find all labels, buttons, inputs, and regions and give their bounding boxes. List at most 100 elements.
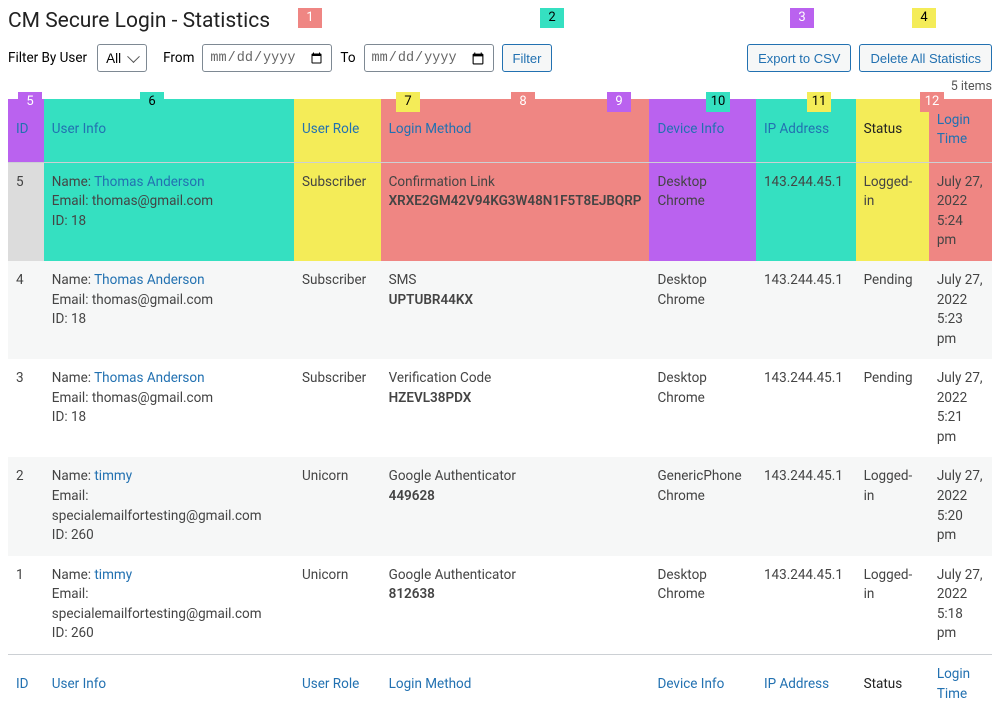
table-row: 3Name: Thomas AndersonEmail: thomas@gmai…	[8, 359, 992, 457]
table-row: 4Name: Thomas AndersonEmail: thomas@gmai…	[8, 261, 992, 359]
user-email: Email: thomas@gmail.com	[52, 390, 213, 406]
col-time-footer[interactable]: Login Time	[929, 654, 992, 708]
login-method-code: XRXE2GM42V94KG3W48N1F5T8EJBQRP	[389, 193, 642, 209]
cell-time: July 27, 2022 5:21 pm	[929, 359, 992, 457]
col-ip-header[interactable]: IP Address	[756, 99, 856, 163]
user-name-prefix: Name:	[52, 567, 95, 583]
export-csv-button[interactable]: Export to CSV	[747, 44, 851, 72]
col-user-header[interactable]: User Info	[44, 99, 294, 163]
from-label: From	[163, 49, 194, 69]
cell-ip: 143.244.45.1	[756, 359, 856, 457]
callout-9: 9	[607, 92, 631, 112]
cell-role: Subscriber	[294, 359, 381, 457]
cell-status: Pending	[856, 261, 929, 359]
login-method-label: SMS	[389, 272, 417, 288]
user-name-link[interactable]: Thomas Anderson	[94, 272, 204, 288]
cell-device: GenericPhone Chrome	[649, 457, 755, 555]
col-device-footer[interactable]: Device Info	[649, 654, 755, 708]
user-id: ID: 260	[52, 625, 94, 641]
page-title: CM Secure Login - Statistics	[8, 6, 992, 36]
stats-table: ID User Info User Role Login Method Devi…	[8, 99, 992, 708]
cell-status: Logged-in	[856, 162, 929, 261]
user-name-link[interactable]: timmy	[94, 468, 132, 484]
cell-status: Pending	[856, 359, 929, 457]
col-login-footer[interactable]: Login Method	[381, 654, 650, 708]
filter-button[interactable]: Filter	[502, 44, 553, 72]
callout-1: 1	[298, 8, 322, 28]
cell-user: Name: Thomas AndersonEmail: thomas@gmail…	[44, 261, 294, 359]
login-date: July 27, 2022	[937, 468, 983, 504]
login-method-code: UPTUBR44KX	[389, 292, 473, 308]
filter-bar: Filter By User All From To Filter Export…	[8, 44, 992, 72]
callout-3: 3	[790, 8, 814, 28]
callout-10: 10	[706, 92, 730, 112]
col-ip-footer[interactable]: IP Address	[756, 654, 856, 708]
col-role-header[interactable]: User Role	[294, 99, 381, 163]
cell-time: July 27, 2022 5:20 pm	[929, 457, 992, 555]
cell-role: Subscriber	[294, 261, 381, 359]
from-date-input[interactable]	[202, 44, 332, 72]
login-clock: 5:20 pm	[937, 508, 963, 544]
login-method-label: Google Authenticator	[389, 468, 516, 484]
user-email: Email: specialemailfortesting@gmail.com	[52, 586, 262, 622]
user-id: ID: 18	[52, 213, 86, 229]
cell-id: 2	[8, 457, 44, 555]
callout-6: 6	[140, 92, 164, 112]
login-clock: 5:21 pm	[937, 409, 963, 445]
user-name-prefix: Name:	[52, 370, 94, 386]
cell-ip: 143.244.45.1	[756, 162, 856, 261]
login-method-label: Verification Code	[389, 370, 492, 386]
cell-time: July 27, 20225:23 pm	[929, 261, 992, 359]
user-id: ID: 18	[52, 409, 86, 425]
user-email: Email: thomas@gmail.com	[52, 193, 213, 209]
cell-device: Desktop Chrome	[649, 359, 755, 457]
col-status-header: Status	[856, 99, 929, 163]
cell-device: Desktop Chrome	[649, 261, 755, 359]
login-method-label: Google Authenticator	[389, 567, 516, 583]
cell-ip: 143.244.45.1	[756, 457, 856, 555]
cell-id: 4	[8, 261, 44, 359]
cell-status: Logged-in	[856, 457, 929, 555]
callout-8: 8	[511, 92, 535, 112]
filter-user-select[interactable]: All	[97, 44, 147, 72]
login-date: July 27, 2022	[937, 567, 983, 603]
col-device-header[interactable]: Device Info	[649, 99, 755, 163]
login-method-code: 449628	[389, 488, 435, 504]
login-method-code: HZEVL38PDX	[389, 390, 472, 406]
login-date: July 27, 2022	[937, 272, 983, 308]
login-clock: 5:18 pm	[937, 606, 963, 642]
cell-time: July 27, 20225:24 pm	[929, 162, 992, 261]
table-row: 2Name: timmyEmail: specialemailfortestin…	[8, 457, 992, 555]
callout-12: 12	[920, 92, 944, 112]
callout-11: 11	[807, 92, 831, 112]
user-name-link[interactable]: Thomas Anderson	[94, 174, 204, 190]
login-method-code: 812638	[389, 586, 435, 602]
user-email: Email: thomas@gmail.com	[52, 292, 213, 308]
cell-role: Subscriber	[294, 162, 381, 261]
col-user-footer[interactable]: User Info	[44, 654, 294, 708]
cell-role: Unicorn	[294, 457, 381, 555]
to-date-input[interactable]	[364, 44, 494, 72]
col-role-footer[interactable]: User Role	[294, 654, 381, 708]
table-footer-row: ID User Info User Role Login Method Devi…	[8, 654, 992, 708]
login-date: July 27, 2022	[937, 370, 983, 406]
login-clock: 5:24 pm	[937, 213, 963, 249]
to-label: To	[340, 49, 355, 69]
cell-user: Name: Thomas Anderson Email: thomas@gmail…	[44, 359, 294, 457]
user-id: ID: 18	[52, 311, 86, 327]
user-name-link[interactable]: Thomas Anderson	[94, 370, 204, 386]
user-name-link[interactable]: timmy	[94, 567, 132, 583]
cell-device: Desktop Chrome	[649, 162, 755, 261]
filter-user-label: Filter By User	[8, 49, 89, 69]
table-row: 5 Name: Thomas Anderson Email: thomas@gmai…	[8, 162, 992, 261]
callout-2: 2	[540, 8, 564, 28]
user-name-prefix: Name:	[52, 174, 94, 190]
cell-id: 5	[8, 162, 44, 261]
delete-all-button[interactable]: Delete All Statistics	[859, 44, 992, 72]
callout-4: 4	[912, 8, 936, 28]
user-name-prefix: Name:	[52, 468, 95, 484]
callout-5: 5	[18, 92, 42, 112]
filter-user-select-wrap: All	[97, 44, 147, 72]
col-id-footer[interactable]: ID	[8, 654, 44, 708]
login-method-label: Confirmation Link	[389, 174, 495, 190]
